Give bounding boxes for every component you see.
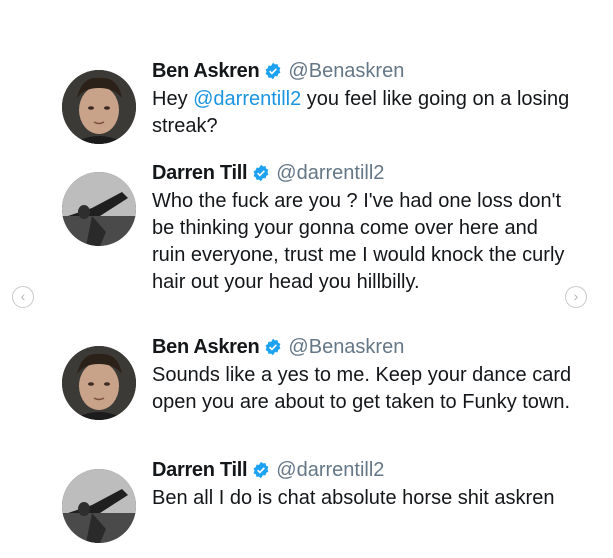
next-slide-button[interactable]: › bbox=[565, 286, 587, 308]
ben-askren-avatar[interactable] bbox=[62, 346, 136, 420]
tweet-text: Who the fuck are you ? I've had one loss… bbox=[152, 190, 565, 293]
author-handle[interactable]: @darrentill2 bbox=[276, 162, 384, 185]
verified-badge-icon bbox=[253, 461, 269, 479]
author-name[interactable]: Darren Till bbox=[152, 162, 248, 185]
chevron-left-icon: ‹ bbox=[20, 288, 26, 304]
tweet-text: Hey @darrentill2 you feel like going on … bbox=[152, 88, 570, 137]
author-handle[interactable]: @Benaskren bbox=[288, 336, 404, 359]
darren-till-avatar[interactable] bbox=[62, 469, 136, 543]
author-handle[interactable]: @Benaskren bbox=[288, 60, 404, 83]
ben-askren-avatar[interactable] bbox=[62, 70, 136, 144]
verified-badge-icon bbox=[253, 164, 269, 182]
verified-badge-icon bbox=[265, 338, 281, 356]
tweet-text: Ben all I do is chat absolute horse shit… bbox=[152, 487, 555, 509]
tweet-text: Sounds like a yes to me. Keep your dance… bbox=[152, 364, 572, 413]
previous-slide-button[interactable]: ‹ bbox=[12, 286, 34, 308]
mention-link[interactable]: @darrentill2 bbox=[193, 88, 301, 110]
author-name[interactable]: Ben Askren bbox=[152, 60, 260, 83]
tweet-collage: Ben Askren @Benaskren Hey @darrentill2 y… bbox=[0, 0, 613, 558]
chevron-right-icon: › bbox=[573, 288, 579, 304]
verified-badge-icon bbox=[265, 62, 281, 80]
darren-till-avatar[interactable] bbox=[62, 172, 136, 246]
author-name[interactable]: Darren Till bbox=[152, 459, 248, 482]
author-handle[interactable]: @darrentill2 bbox=[276, 459, 384, 482]
author-name[interactable]: Ben Askren bbox=[152, 336, 260, 359]
